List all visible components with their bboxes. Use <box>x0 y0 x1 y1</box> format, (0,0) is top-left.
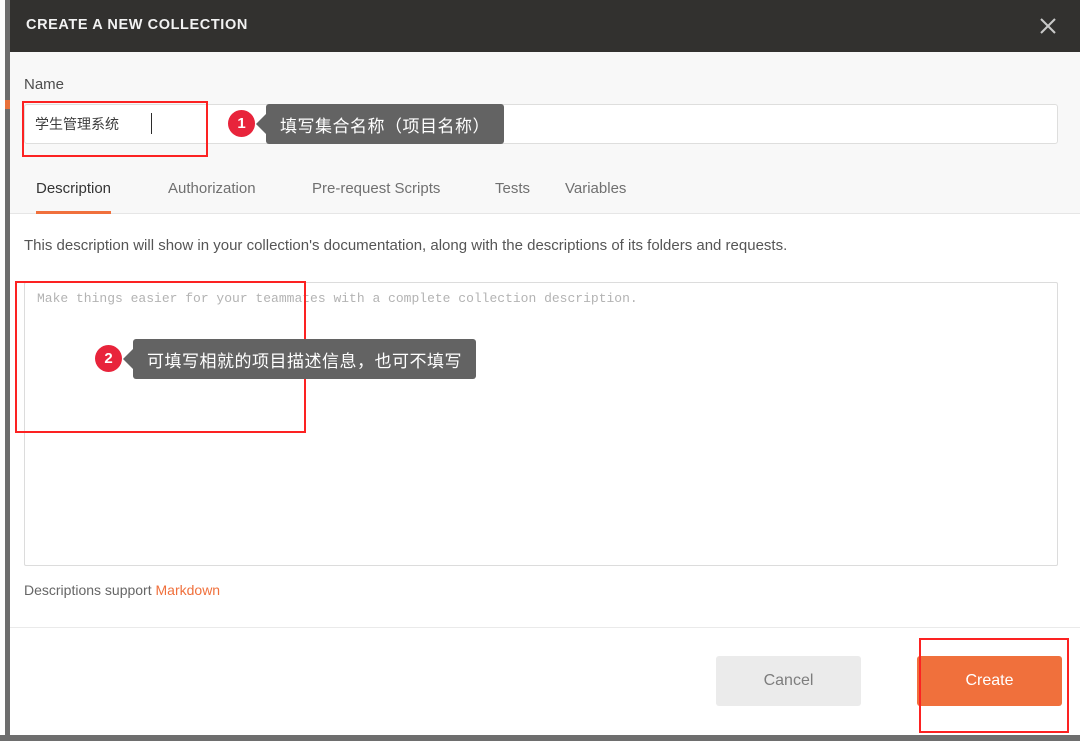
cancel-button[interactable]: Cancel <box>716 656 861 706</box>
description-panel: This description will show in your colle… <box>10 214 1080 627</box>
tab-authorization[interactable]: Authorization <box>168 162 256 214</box>
name-section: Name <box>10 52 1080 162</box>
name-label: Name <box>24 76 65 93</box>
annotation-badge-1: 1 <box>228 110 255 137</box>
collection-name-input[interactable] <box>24 104 1058 144</box>
close-icon[interactable] <box>1034 12 1062 40</box>
markdown-support-line: Descriptions support Markdown <box>24 582 220 598</box>
description-placeholder: Make things easier for your teammates wi… <box>37 291 638 306</box>
text-caret <box>151 113 152 134</box>
modal-footer: Cancel Create <box>10 627 1080 735</box>
window-bottom-bar <box>0 735 1080 741</box>
tab-authorization-label: Authorization <box>168 179 256 197</box>
description-textarea[interactable]: Make things easier for your teammates wi… <box>24 282 1058 566</box>
tab-tests[interactable]: Tests <box>495 162 530 214</box>
tab-variables-label: Variables <box>565 179 627 197</box>
create-button[interactable]: Create <box>917 656 1062 706</box>
tab-variables[interactable]: Variables <box>565 162 626 214</box>
tab-bar: Description Authorization Pre-request Sc… <box>10 162 1080 214</box>
tab-description[interactable]: Description <box>36 162 112 214</box>
annotation-callout-1: 填写集合名称（项目名称） <box>256 104 504 144</box>
markdown-support-label: Descriptions support <box>24 582 156 598</box>
tab-tests-label: Tests <box>495 179 531 197</box>
annotation-callout-2: 可填写相就的项目描述信息，也可不填写 <box>123 339 476 379</box>
page-title: CREATE A NEW COLLECTION <box>26 17 248 33</box>
create-collection-modal-screen: CREATE A NEW COLLECTION Name Description… <box>0 0 1080 741</box>
tab-description-label: Description <box>36 179 112 197</box>
annotation-badge-2: 2 <box>95 345 122 372</box>
tab-pre-request-scripts[interactable]: Pre-request Scripts <box>312 162 440 214</box>
markdown-link[interactable]: Markdown <box>156 582 221 598</box>
description-hint: This description will show in your colle… <box>24 237 788 254</box>
modal-header: CREATE A NEW COLLECTION <box>10 0 1080 52</box>
tab-pre-request-scripts-label: Pre-request Scripts <box>312 179 441 197</box>
